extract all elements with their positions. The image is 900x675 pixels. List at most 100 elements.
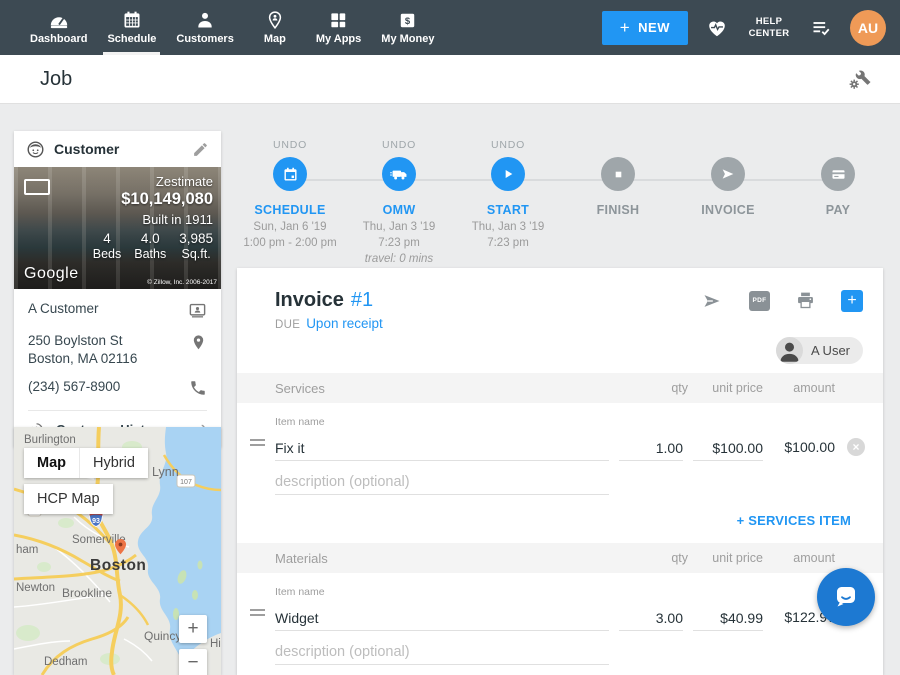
svg-text:Boston: Boston	[90, 557, 146, 574]
service-qty-input[interactable]	[619, 435, 683, 461]
service-description-input[interactable]	[275, 469, 609, 495]
map-card: 107 2 93 Burlington Lynn Somerville ham …	[14, 427, 221, 675]
location-pin-icon[interactable]	[190, 333, 207, 352]
due-label: DUE	[275, 319, 300, 331]
zestimate-value: $10,149,080	[93, 190, 213, 209]
qty-column-header: qty	[671, 551, 688, 565]
svg-text:93: 93	[92, 518, 100, 525]
svg-text:Lynn: Lynn	[152, 465, 179, 479]
step-detail: Sun, Jan 6 '191:00 pm - 2:00 pm	[235, 219, 345, 251]
avatar[interactable]: AU	[850, 10, 886, 46]
material-item-name-input[interactable]	[275, 605, 609, 631]
add-services-item-link[interactable]: + SERVICES ITEM	[737, 513, 851, 528]
timeline-step-finish: FINISH	[563, 130, 673, 217]
credit-card-icon[interactable]	[821, 157, 855, 191]
materials-section-header: Materials qty unit price amount	[237, 543, 883, 573]
map-type-button-hybrid[interactable]: Hybrid	[79, 448, 148, 478]
map-type-button-map[interactable]: Map	[24, 448, 79, 478]
help-center-button[interactable]: HELP CENTER	[746, 16, 792, 40]
amount-column-header: amount	[793, 381, 835, 395]
services-section-header: Services qty unit price amount	[237, 373, 883, 403]
timeline-step-invoice: INVOICE	[673, 130, 783, 217]
phone-icon[interactable]	[189, 379, 207, 397]
schedule-step-button[interactable]	[273, 157, 307, 191]
step-label: FINISH	[563, 203, 673, 217]
chat-icon	[830, 581, 862, 613]
route-shield-107: 107	[177, 475, 195, 487]
invoice-title: Invoice	[275, 289, 344, 312]
svg-text:Brookline: Brookline	[62, 586, 112, 600]
due-value-link[interactable]: Upon receipt	[306, 316, 383, 331]
material-description-input[interactable]	[275, 639, 609, 665]
job-timeline: UNDO SCHEDULE Sun, Jan 6 '191:00 pm - 2:…	[237, 130, 883, 262]
svg-text:Hi: Hi	[210, 638, 221, 650]
nav-item-label: Customers	[176, 33, 233, 45]
map-zoom-in-button[interactable]: +	[179, 615, 207, 643]
calendar-icon	[282, 166, 299, 183]
stop-icon	[611, 167, 626, 182]
add-invoice-item-button[interactable]: +	[841, 290, 863, 312]
photo-credit: © Zillow, Inc. 2006-2017	[147, 279, 217, 286]
omw-step-button[interactable]	[382, 157, 416, 191]
invoice-step-button[interactable]	[711, 157, 745, 191]
nav-item-label: Schedule	[107, 33, 156, 45]
nav-item-my-apps[interactable]: My Apps	[306, 0, 371, 55]
new-button[interactable]: + NEW	[602, 11, 688, 45]
contact-card-icon[interactable]	[188, 301, 207, 320]
street-view-icon[interactable]	[24, 179, 50, 195]
undo-link[interactable]: UNDO	[453, 139, 563, 153]
new-button-label: NEW	[638, 20, 670, 35]
list-check-icon[interactable]	[809, 18, 833, 38]
material-qty-input[interactable]	[619, 605, 683, 631]
amount-column-header: amount	[793, 551, 835, 565]
play-icon	[500, 166, 516, 182]
nav-item-label: Map	[264, 33, 286, 45]
nav-item-my-money[interactable]: $ My Money	[371, 0, 444, 55]
timeline-step-pay: PAY	[783, 130, 893, 217]
heart-pulse-icon[interactable]	[705, 17, 729, 39]
unit-price-column-header: unit price	[712, 551, 763, 565]
customer-card-title: Customer	[54, 141, 183, 157]
calendar-icon	[122, 10, 142, 30]
invoice-number[interactable]: #1	[351, 289, 373, 312]
built-year: Built in 1911	[93, 212, 213, 227]
customer-phone: (234) 567-8900	[28, 379, 120, 394]
item-name-label: Item name	[275, 586, 883, 598]
step-label: PAY	[783, 203, 893, 217]
svg-text:Dedham: Dedham	[44, 656, 87, 668]
nav-item-customers[interactable]: Customers	[166, 0, 243, 55]
finish-step-button[interactable]	[601, 157, 635, 191]
undo-link[interactable]: UNDO	[344, 139, 454, 153]
svg-text:ham: ham	[16, 544, 38, 556]
send-invoice-icon[interactable]	[700, 291, 724, 311]
svg-text:Newton: Newton	[16, 582, 55, 594]
material-line-item: Item name $122.97	[237, 573, 883, 665]
step-label: INVOICE	[673, 203, 783, 217]
google-logo: Google	[24, 265, 79, 283]
nav-item-dashboard[interactable]: Dashboard	[20, 0, 97, 55]
assigned-user-chip[interactable]: A User	[776, 337, 863, 364]
pdf-icon[interactable]: PDF	[749, 291, 770, 311]
chat-bubble-button[interactable]	[817, 568, 875, 626]
job-tools-icon[interactable]	[848, 67, 872, 91]
remove-item-icon[interactable]: ×	[847, 438, 865, 456]
print-icon[interactable]	[795, 290, 816, 311]
start-step-button[interactable]	[491, 157, 525, 191]
service-item-name-input[interactable]	[275, 435, 609, 461]
map-type-button-hcp[interactable]: HCP Map	[24, 484, 113, 514]
invoice-card: Invoice #1 PDF + DUE Upon receipt A User…	[237, 268, 883, 675]
page-header: Job	[0, 55, 900, 104]
svg-text:$: $	[405, 16, 411, 27]
map-zoom-out-button[interactable]: −	[179, 649, 207, 675]
zestimate-label: Zestimate	[93, 174, 213, 189]
property-photo[interactable]: Zestimate $10,149,080 Built in 1911 4Bed…	[14, 167, 221, 289]
edit-pencil-icon[interactable]	[192, 141, 209, 158]
material-unit-price-input[interactable]	[693, 605, 763, 631]
nav-item-schedule[interactable]: Schedule	[97, 0, 166, 55]
nav-item-map[interactable]: Map	[244, 0, 306, 55]
assigned-user-name: A User	[811, 343, 850, 358]
service-unit-price-input[interactable]	[693, 435, 763, 461]
item-name-label: Item name	[275, 416, 883, 428]
undo-link[interactable]: UNDO	[235, 139, 345, 153]
timeline-step-omw: UNDO OMW Thu, Jan 3 '197:23 pm travel: 0…	[344, 130, 454, 267]
